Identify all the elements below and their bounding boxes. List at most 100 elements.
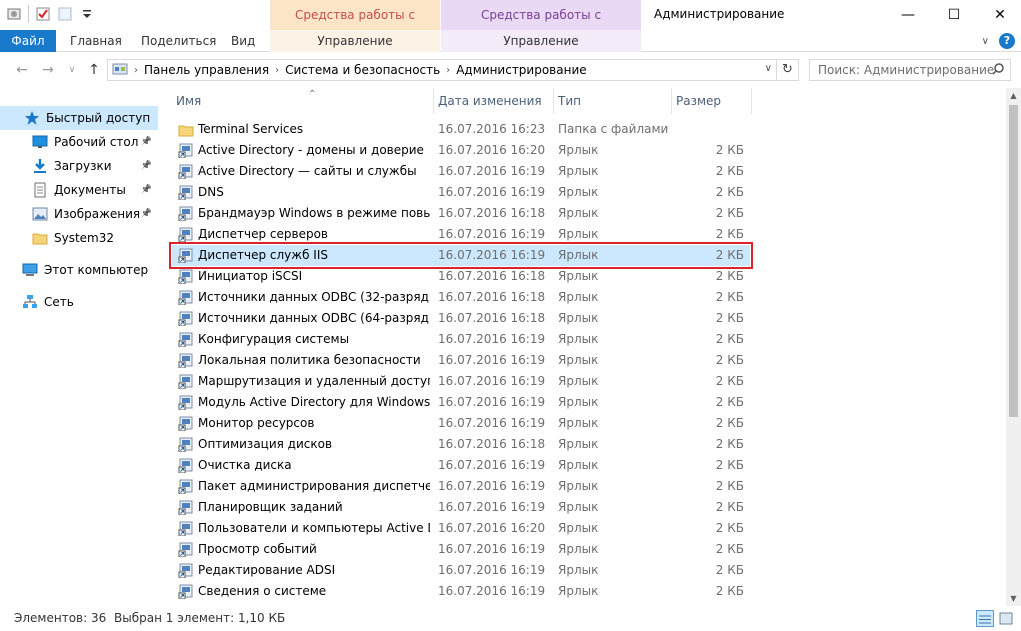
properties-icon[interactable] bbox=[6, 6, 22, 22]
search-icon[interactable] bbox=[992, 63, 1004, 75]
tab-view[interactable]: Вид bbox=[231, 30, 255, 52]
breadcrumb-control-panel[interactable]: Панель управления bbox=[144, 63, 269, 77]
nav-item-1[interactable]: Рабочий стол 📌 bbox=[0, 130, 158, 154]
help-icon[interactable]: ? bbox=[999, 33, 1015, 49]
file-row[interactable]: DNS 16.07.2016 16:19 Ярлык 2 КБ bbox=[172, 182, 750, 203]
file-row[interactable]: Планировщик заданий 16.07.2016 16:19 Ярлык… bbox=[172, 497, 750, 518]
file-name: Источники данных ODBC (64-разрядна... bbox=[198, 311, 430, 325]
column-header-type[interactable]: Тип bbox=[554, 88, 672, 114]
file-date: 16.07.2016 16:19 bbox=[438, 563, 546, 577]
shortcut-icon bbox=[178, 479, 194, 495]
tab-home[interactable]: Главная bbox=[70, 30, 122, 52]
window-title: Администрирование bbox=[654, 7, 785, 21]
recent-locations-icon[interactable]: ∨ bbox=[64, 62, 80, 78]
file-name: Редактирование ADSI bbox=[198, 563, 336, 577]
checklist-icon[interactable] bbox=[35, 6, 51, 22]
up-arrow-icon[interactable]: ↑ bbox=[86, 62, 102, 78]
file-row[interactable]: Брандмауэр Windows в режиме повы... 16.07… bbox=[172, 203, 750, 224]
back-arrow-icon[interactable]: ← bbox=[14, 62, 30, 78]
file-date: 16.07.2016 16:19 bbox=[438, 500, 546, 514]
file-row[interactable]: Модуль Active Directory для Windows P...… bbox=[172, 392, 750, 413]
large-icons-view-icon[interactable] bbox=[998, 610, 1016, 627]
file-size: 2 КБ bbox=[715, 311, 744, 325]
file-row[interactable]: Источники данных ODBC (64-разрядна... 16.… bbox=[172, 308, 750, 329]
nav-item-4[interactable]: Изображения 📌 bbox=[0, 202, 158, 226]
pin-icon[interactable]: 📌 bbox=[141, 137, 152, 147]
nav-item-7[interactable]: Сеть bbox=[0, 290, 158, 314]
file-row[interactable]: Сведения о системе 16.07.2016 16:19 Ярлык 2… bbox=[172, 581, 750, 602]
file-row[interactable]: Пользователи и компьютеры Active Dir... 1… bbox=[172, 518, 750, 539]
ribbon-right-controls: ∨ ? bbox=[982, 33, 1015, 49]
new-folder-icon[interactable] bbox=[57, 6, 73, 22]
sort-ascending-icon: ⌃ bbox=[308, 89, 317, 100]
scrollbar-thumb[interactable] bbox=[1009, 105, 1018, 417]
breadcrumb-administration[interactable]: Администрирование bbox=[456, 63, 586, 77]
file-type: Ярлык bbox=[558, 164, 599, 178]
file-row[interactable]: Локальная политика безопасности 16.07.201… bbox=[172, 350, 750, 371]
context-tab-app-tools: Средства работы с приложениями bbox=[441, 0, 641, 52]
file-row[interactable]: Terminal Services 16.07.2016 16:23 Папка с… bbox=[172, 119, 750, 140]
file-size: 2 КБ bbox=[715, 374, 744, 388]
file-row[interactable]: Пакет администрирования диспетчера ... 16… bbox=[172, 476, 750, 497]
file-row[interactable]: Источники данных ODBC (32-разрядна... 16.… bbox=[172, 287, 750, 308]
file-type: Папка с файлами bbox=[558, 122, 669, 136]
customize-qat-icon[interactable] bbox=[79, 6, 95, 22]
column-header-name[interactable]: Имя ⌃ bbox=[172, 88, 434, 114]
nav-item-0[interactable]: Быстрый доступ bbox=[0, 106, 158, 130]
file-row[interactable]: Active Directory - домены и доверие 16.07… bbox=[172, 140, 750, 161]
file-row[interactable]: Редактирование ADSI 16.07.2016 16:19 Ярлык… bbox=[172, 560, 750, 581]
file-row[interactable]: Диспетчер служб IIS 16.07.2016 16:19 Ярлык… bbox=[169, 242, 753, 269]
search-input[interactable]: Поиск: Администрирование bbox=[809, 59, 1011, 81]
file-date: 16.07.2016 16:19 bbox=[438, 374, 546, 388]
nav-item-2[interactable]: Загрузки 📌 bbox=[0, 154, 158, 178]
file-date: 16.07.2016 16:19 bbox=[438, 164, 546, 178]
file-date: 16.07.2016 16:19 bbox=[438, 479, 546, 493]
file-row[interactable]: Маршрутизация и удаленный доступ 16.07.20… bbox=[172, 371, 750, 392]
expand-ribbon-icon[interactable]: ∨ bbox=[982, 36, 989, 47]
tab-share[interactable]: Поделиться bbox=[141, 30, 216, 52]
tab-file[interactable]: Файл bbox=[0, 30, 56, 52]
file-type: Ярлык bbox=[558, 458, 599, 472]
nav-item-5[interactable]: System32 bbox=[0, 226, 158, 250]
minimize-button[interactable]: — bbox=[885, 0, 931, 30]
file-row[interactable]: Монитор ресурсов 16.07.2016 16:19 Ярлык 2 К… bbox=[172, 413, 750, 434]
pin-icon[interactable]: 📌 bbox=[141, 209, 152, 219]
close-button[interactable]: ✕ bbox=[977, 0, 1021, 30]
vertical-scrollbar[interactable]: ▲ ▼ bbox=[1006, 88, 1021, 606]
file-row[interactable]: Active Directory — сайты и службы 16.07.2… bbox=[172, 161, 750, 182]
column-header-size[interactable]: Размер bbox=[672, 88, 752, 114]
file-name: Пользователи и компьютеры Active Dir... bbox=[198, 521, 430, 535]
shortcut-icon bbox=[178, 395, 194, 411]
maximize-button[interactable]: ☐ bbox=[931, 0, 977, 30]
nav-item-3[interactable]: Документы 📌 bbox=[0, 178, 158, 202]
forward-arrow-icon[interactable]: → bbox=[40, 62, 56, 78]
address-dropdown-icon[interactable]: ∨ bbox=[765, 63, 772, 74]
file-row[interactable]: Инициатор iSCSI 16.07.2016 16:18 Ярлык 2 КБ bbox=[172, 266, 750, 287]
pin-icon[interactable]: 📌 bbox=[141, 185, 152, 195]
details-view-icon[interactable] bbox=[976, 610, 994, 627]
file-row[interactable]: Диспетчер серверов 16.07.2016 16:19 Ярлык 2… bbox=[172, 224, 750, 245]
file-size: 2 КБ bbox=[715, 290, 744, 304]
file-date: 16.07.2016 16:20 bbox=[438, 143, 546, 157]
file-row[interactable]: Просмотр событий 16.07.2016 16:19 Ярлык 2 К… bbox=[172, 539, 750, 560]
file-row[interactable]: Конфигурация системы 16.07.2016 16:19 Ярлы… bbox=[172, 329, 750, 350]
file-row[interactable]: Оптимизация дисков 16.07.2016 16:18 Ярлык 2… bbox=[172, 434, 750, 455]
star-icon bbox=[24, 110, 40, 126]
file-name: Конфигурация системы bbox=[198, 332, 350, 346]
folder-icon bbox=[32, 230, 48, 246]
column-header-date[interactable]: Дата изменения bbox=[434, 88, 554, 114]
scroll-down-icon[interactable]: ▼ bbox=[1006, 591, 1021, 606]
shortcut-icon bbox=[178, 311, 194, 327]
file-row[interactable]: Очистка диска 16.07.2016 16:19 Ярлык 2 КБ bbox=[172, 455, 750, 476]
breadcrumb-system-security[interactable]: Система и безопасность bbox=[285, 63, 440, 77]
nav-item-6[interactable]: Этот компьютер bbox=[0, 258, 158, 282]
pin-icon[interactable]: 📌 bbox=[141, 161, 152, 171]
address-bar[interactable]: › Панель управления › Система и безопасн… bbox=[107, 59, 777, 81]
tab-app-manage[interactable]: Управление bbox=[441, 30, 641, 52]
shortcut-icon bbox=[178, 584, 194, 600]
refresh-button[interactable]: ↻ bbox=[777, 59, 799, 81]
scroll-up-icon[interactable]: ▲ bbox=[1006, 88, 1021, 103]
file-name: Active Directory - домены и доверие bbox=[198, 143, 424, 157]
file-type: Ярлык bbox=[558, 353, 599, 367]
tab-shortcut-manage[interactable]: Управление bbox=[270, 30, 440, 52]
